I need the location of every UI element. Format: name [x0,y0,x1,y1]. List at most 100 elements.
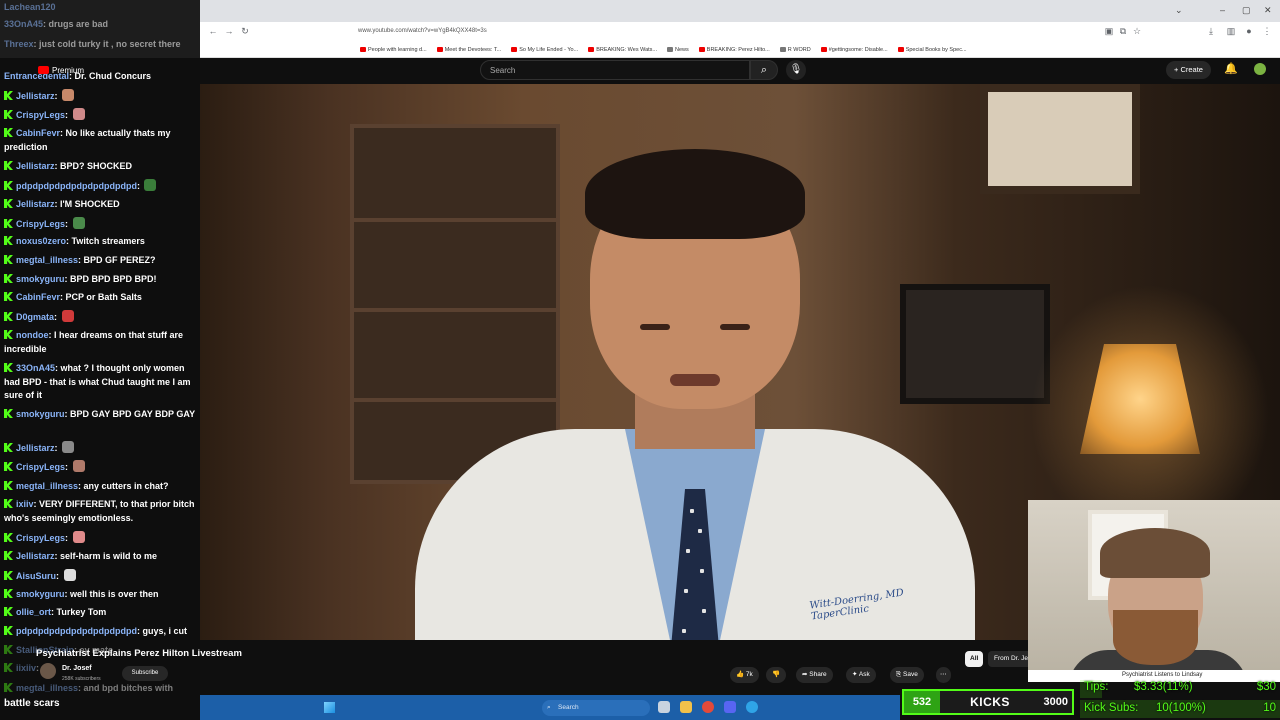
minimize-icon[interactable]: – [1220,5,1225,15]
chat-username[interactable]: AisuSuru [16,571,56,581]
chat-username[interactable]: iixiiv [16,663,36,673]
chat-emote-icon [62,89,75,101]
chat-text: Turkey Tom [56,607,107,617]
sparkle-icon: ✦ [852,671,859,678]
maximize-icon[interactable]: ▢ [1242,5,1251,16]
bookmark-item[interactable]: R WORD [779,47,811,53]
bookmark-item[interactable]: #gettingsome: Disable... [820,47,888,53]
subscribe-button[interactable]: Subscribe [122,666,168,681]
telegram-icon[interactable] [746,701,758,713]
chat-username[interactable]: D0gmata [16,312,54,322]
bookmark-item[interactable]: BREAKING: Wes Wats... [588,47,657,53]
extension-icon[interactable]: ▣ [1104,26,1114,36]
kick-badge-icon [4,292,13,301]
youtube-icon [588,47,595,52]
kicks-label: KICKS [970,695,1010,709]
chat-username[interactable]: nondoe [16,330,49,340]
search-button[interactable]: ⌕ [750,60,778,80]
bookmark-item[interactable]: BREAKING: Perez Hilto... [698,47,770,53]
bookmark-item[interactable]: People with learning d... [360,47,427,53]
subs-value: 10(100%) [1156,702,1206,714]
chat-username[interactable]: Jellistarz [16,161,55,171]
microphone-icon: 🎙 [789,64,803,75]
chevron-down-icon[interactable]: ⌄ [1175,5,1183,16]
close-icon[interactable]: ✕ [1264,5,1272,16]
bookmark-item[interactable]: Meet the Devotees: T... [436,47,501,53]
task-view-icon[interactable] [658,701,670,713]
filter-chip-all[interactable]: All [965,651,984,667]
chat-username[interactable]: CabinFevr [16,128,60,138]
chat-username[interactable]: ollie_ort [16,607,51,617]
bookmark-item[interactable]: Special Books by Spec... [897,47,967,53]
sidebar-icon[interactable]: ▥ [1226,26,1236,36]
chat-message: pdpdpdpdpdpdpdpdpdpdpd: [4,179,198,194]
tie-dot [684,589,688,593]
discord-icon[interactable] [724,701,736,713]
star-icon[interactable]: ☆ [1132,26,1142,36]
chat-username[interactable]: 33OnA45 [16,363,55,373]
chat-username[interactable]: smokyguru [16,274,65,284]
windows-start-icon[interactable] [324,702,335,713]
chat-username[interactable]: megtal_illness [16,481,78,491]
chat-username[interactable]: CrispyLegs [16,462,65,472]
tie-dot [682,629,686,633]
account-avatar[interactable] [1254,63,1266,75]
forward-icon[interactable]: → [224,26,234,36]
bookmark-item[interactable]: News [667,47,689,53]
ask-button[interactable]: ✦ Ask [846,667,876,683]
create-button[interactable]: + Create [1166,61,1211,79]
chat-username[interactable]: smokyguru [16,589,65,599]
download-icon[interactable]: ⤓ [1206,26,1216,36]
chat-username[interactable]: smokyguru [16,409,65,419]
chrome-icon[interactable] [702,701,714,713]
share-button[interactable]: ➦ Share [796,667,833,683]
profile-icon[interactable]: ● [1244,26,1254,36]
chat-text: Twitch streamers [71,236,145,246]
chat-username[interactable]: noxus0zero [16,236,66,246]
dislike-button[interactable]: 👎 [766,667,787,683]
cast-icon[interactable]: ⧉ [1118,26,1128,36]
reload-icon[interactable]: ↻ [240,26,250,36]
taskbar-search[interactable]: ⌕ Search [542,700,650,716]
chat-username[interactable]: CrispyLegs [16,219,65,229]
chat-username[interactable]: Threex [4,39,34,49]
chat-username[interactable]: CabinFevr [16,292,60,302]
back-icon[interactable]: ← [208,26,218,36]
chat-username[interactable]: megtal_illness [16,255,78,265]
save-button[interactable]: ⎘ Save [890,667,924,683]
tips-overlay: Tips: $3.33(11%) $30 Kick Subs: 10(100%)… [1080,678,1280,720]
chat-username[interactable]: 33OnA45 [4,19,43,29]
channel-avatar[interactable] [40,663,56,679]
search-icon: ⌕ [547,704,551,711]
file-explorer-icon[interactable] [680,701,692,713]
address-bar[interactable]: ← → ↻ www.youtube.com/watch?v=wYgB4kQXX4… [200,22,1280,42]
tie-dot [700,569,704,573]
browser-tab-strip[interactable]: ⌄ – ▢ ✕ [200,0,1280,22]
voice-search-button[interactable]: 🎙 [786,60,806,80]
chat-username[interactable]: Jellistarz [16,551,55,561]
more-actions-button[interactable]: ⋯ [936,667,951,683]
notifications-bell-icon[interactable]: 🔔 [1224,62,1238,75]
chat-message: Jellistarz: I'M SHOCKED [4,198,198,212]
bookmark-item[interactable]: So My Life Ended - Yo... [511,47,578,53]
chat-username[interactable]: Jellistarz [16,199,55,209]
channel-name[interactable]: Dr. Josef [62,665,92,672]
like-button[interactable]: 👍 7k [730,667,759,683]
url-text[interactable]: www.youtube.com/watch?v=wYgB4kQXX48t=3s [358,28,487,34]
menu-icon[interactable]: ⋮ [1262,26,1272,36]
chat-username[interactable]: Jellistarz [16,91,55,101]
chat-username[interactable]: megtal_illness [16,683,78,693]
chat-message: iixiiv: [4,662,198,676]
chat-username[interactable]: Lachean120 [4,2,56,12]
kick-badge-icon [4,499,13,508]
search-input[interactable]: Search [480,60,750,80]
chat-username[interactable]: pdpdpdpdpdpdpdpdpdpdpd [16,626,137,636]
chat-username[interactable]: ixiiv [16,499,34,509]
kick-badge-icon [4,181,13,190]
chat-text: any cutters in chat? [83,481,169,491]
chat-username[interactable]: CrispyLegs [16,533,65,543]
chat-username[interactable]: CrispyLegs [16,110,65,120]
chat-username[interactable]: Jellistarz [16,443,55,453]
chat-message: pdpdpdpdpdpdpdpdpdpdpd: guys, i cut [4,625,198,639]
chat-username[interactable]: pdpdpdpdpdpdpdpdpdpdpd [16,181,137,191]
